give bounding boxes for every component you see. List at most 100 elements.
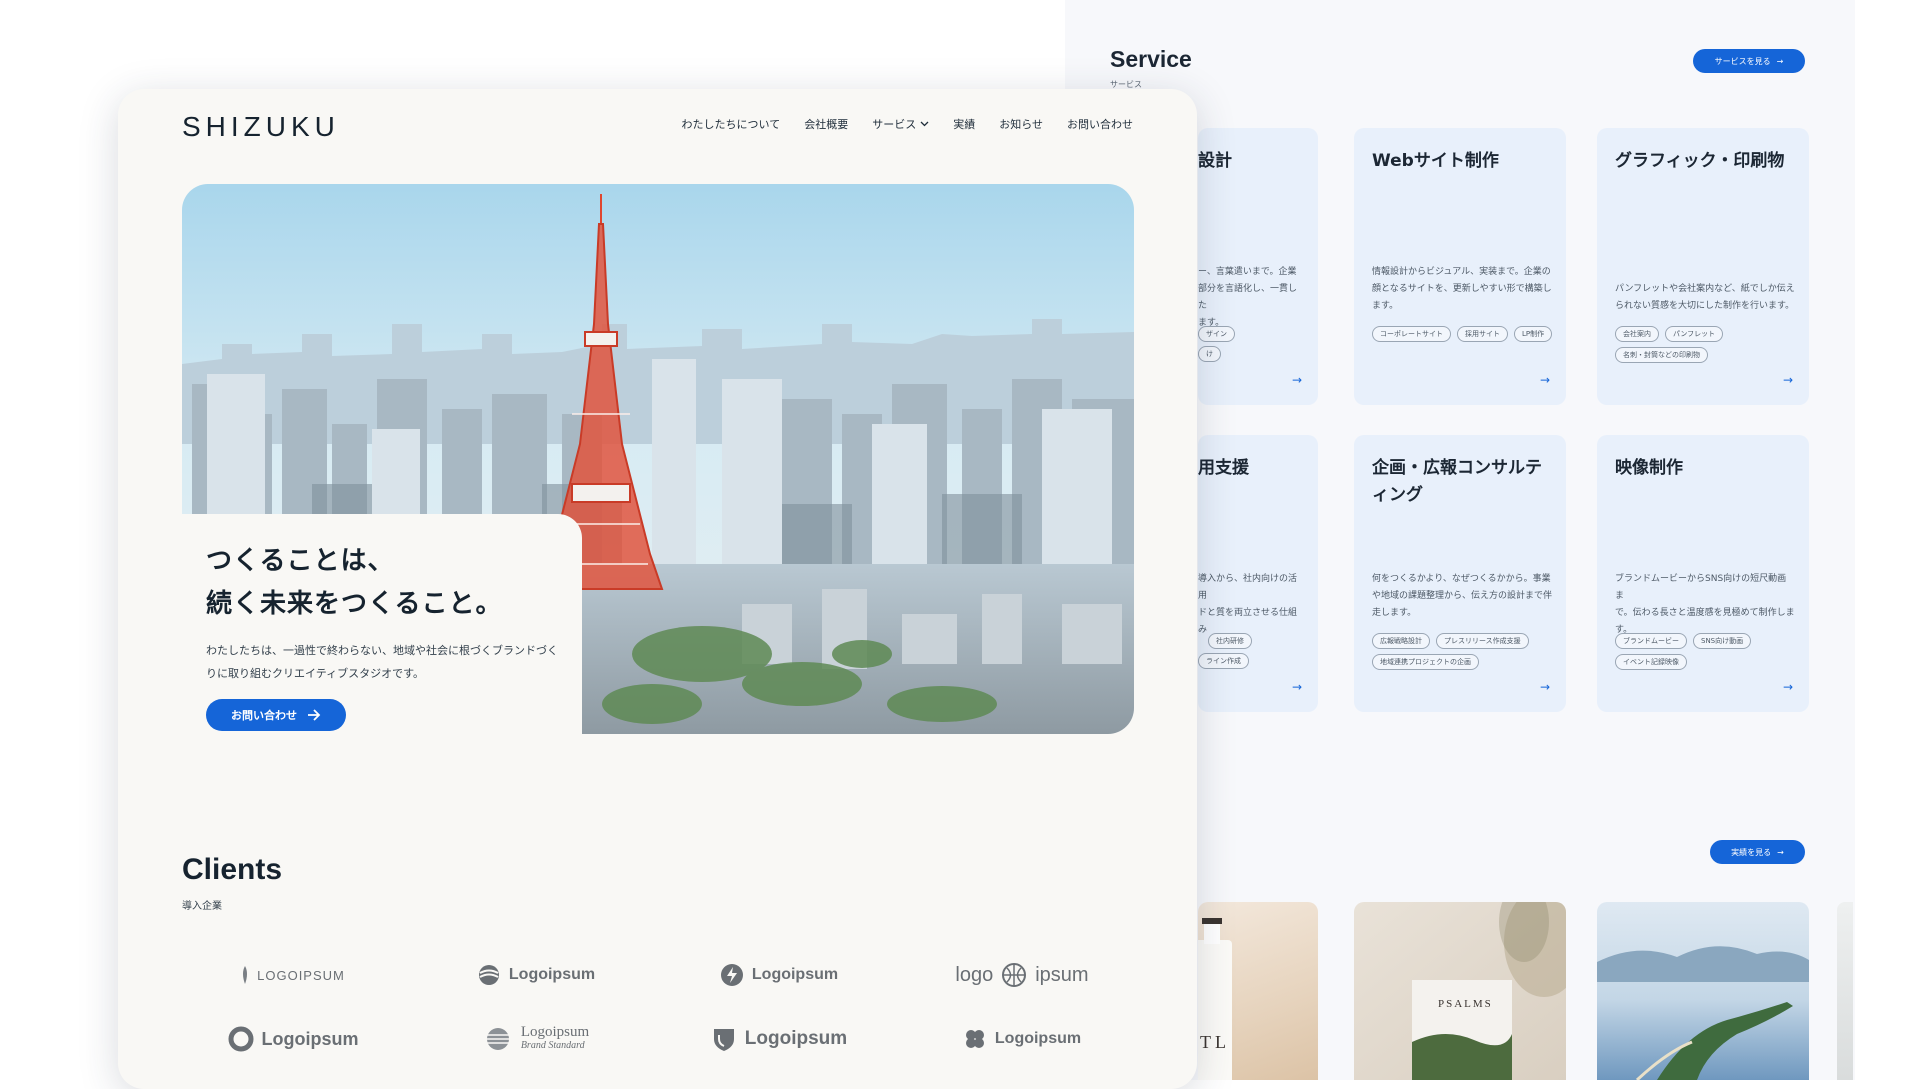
service-tag: ザイン [1198,326,1235,342]
wave-icon [478,965,499,985]
nav-company[interactable]: 会社概要 [804,116,848,132]
client-logo: Logoipsum [922,1022,1122,1056]
shield-icon [713,1029,734,1051]
view-services-button[interactable]: サービスを見る → [1693,49,1805,73]
main-nav: わたしたちについて 会社概要 サービス 実績 お知らせ お問い合わせ [682,116,1133,132]
view-works-button[interactable]: 実績を見る → [1710,840,1805,864]
service-card-description: 導入から、社内向けの活用 ドと質を両立させる仕組み [1198,574,1298,635]
chevron-down-icon [920,121,929,127]
service-card-title: 用支援 [1198,458,1249,478]
client-logo: Logoipsum [679,1022,879,1056]
nav-news[interactable]: お知らせ [999,116,1043,132]
service-card-ai-support[interactable]: 用支援 導入から、社内向けの活用 ドと質を両立させる仕組み 社内研修 ライン作成… [1198,435,1318,712]
client-logo: LOGOIPSUM [193,958,393,992]
client-logo-name: Logoipsum [520,1024,590,1040]
service-tag: コーポレートサイト [1372,326,1451,342]
work-thumbnail-partial [1837,902,1853,1080]
client-logo-name: Logoipsum [508,966,596,983]
work-thumbnail-bottle[interactable]: TL [1198,902,1318,1080]
arrow-right-icon: → [1782,373,1793,387]
arrow-right-icon: → [1777,847,1784,857]
service-tag: け [1198,346,1221,362]
service-tag: 地域連携プロジェクトの企画 [1372,654,1479,670]
service-card-description: 情報設計からビジュアル、実装まで。企業の 顔となるサイトを、更新しやすい形で構築… [1372,267,1552,311]
nav-works[interactable]: 実績 [953,116,975,132]
service-section-title: Service [1110,46,1192,72]
hero-description: わたしたちは、一過性で終わらない、地域や社会に根づくブランドづくりに取り組むクリ… [206,644,558,680]
work-caption: TL [1200,1032,1230,1052]
service-tag: イベント記録映像 [1615,654,1687,670]
client-logo-name: LOGOIPSUM [257,967,345,983]
service-tag: 社内研修 [1208,633,1252,649]
work-caption: PSALMS [1438,998,1493,1010]
client-logo-name-2: ipsum [1035,963,1089,986]
coast-illustration [1597,946,1809,1080]
nav-about[interactable]: わたしたちについて [682,116,781,132]
hero-headline: つくることは、 続く未来をつくること。 [206,546,503,619]
nav-services-label: サービス [872,118,917,131]
client-logo-name: Logoipsum [751,966,839,983]
stripe-icon [484,1028,511,1050]
service-tag: パンフレット [1665,326,1724,342]
client-logo: Logoipsum [679,958,879,992]
nav-contact[interactable]: お問い合わせ [1067,116,1133,132]
client-logo-tagline: Brand Standard [520,1040,585,1051]
homepage-mockup: SHIZUKU わたしたちについて 会社概要 サービス 実績 お知らせ お問い合… [118,89,1197,1089]
arrow-right-icon: → [1291,373,1302,387]
arrow-right-icon: → [1782,680,1793,694]
book-illustration [1412,902,1566,1080]
client-logo-name: Logoipsum [994,1030,1082,1047]
service-tag: LP制作 [1514,326,1553,342]
client-logo: logo ipsum [922,958,1122,992]
service-card-description: ー、言葉遣いまで。企業 部分を言語化し、一貫した ます。 [1198,267,1298,328]
client-logo-name: Logoipsum [744,1028,848,1049]
clients-section-title: Clients [182,853,283,886]
service-card-graphic[interactable]: グラフィック・印刷物 パンフレットや会社案内など、紙でしか伝え られない質感を大… [1597,128,1809,405]
work-thumbnail-coast[interactable] [1597,902,1809,1080]
arrow-right-icon [308,709,321,721]
service-card-consulting[interactable]: 企画・広報コンサルティング 何をつくるかより、なぜつくるかから。事業 や地域の課… [1354,435,1566,712]
nav-services[interactable]: サービス [872,116,929,132]
view-services-label: サービスを見る [1714,56,1771,66]
work-thumbnail-book[interactable]: PSALMS [1354,902,1566,1080]
client-logo-name: Logoipsum [261,1028,359,1049]
arrow-right-icon: → [1539,680,1550,694]
feather-icon [243,966,248,984]
view-works-label: 実績を見る [1731,847,1772,857]
service-tag: プレスリリース作成支援 [1436,633,1529,649]
bottle-illustration [1198,918,1232,1080]
service-card-web[interactable]: Webサイト制作 情報設計からビジュアル、実装まで。企業の 顔となるサイトを、更… [1354,128,1566,405]
ring-icon [228,1026,253,1052]
service-card-title: 設計 [1198,151,1232,171]
arrow-right-icon: → [1291,680,1302,694]
service-tag: 名刺・封筒などの印刷物 [1615,347,1708,363]
clients-section-subtitle: 導入企業 [182,901,222,912]
service-tag: 会社案内 [1615,326,1659,342]
service-tag: ライン作成 [1198,653,1249,669]
globe-icon [1002,963,1027,987]
service-card-branding[interactable]: 設計 ー、言葉遣いまで。企業 部分を言語化し、一貫した ます。 ザイン け → [1198,128,1318,405]
arrow-right-icon: → [1539,373,1550,387]
service-card-description: パンフレットや会社案内など、紙でしか伝え られない質感を大切にした制作を行います… [1615,284,1795,311]
client-logo: Logoipsum [436,958,636,992]
service-card-description: ブランドムービーからSNS向けの短尺動画ま で。伝わる長さと温度感を見極めて制作… [1615,574,1795,635]
service-card-title: 企画・広報コンサルティング [1372,458,1542,505]
service-card-title: 映像制作 [1615,458,1683,478]
service-card-video[interactable]: 映像制作 ブランドムービーからSNS向けの短尺動画ま で。伝わる長さと温度感を見… [1597,435,1809,712]
site-logo[interactable]: SHIZUKU [182,111,340,143]
service-tag: SNS向け動画 [1693,633,1752,649]
service-card-title: Webサイト制作 [1372,151,1499,171]
arrow-right-icon: → [1776,56,1784,66]
client-logo: Logoipsum [193,1022,393,1056]
client-logo: Logoipsum Brand Standard [436,1022,636,1056]
contact-button[interactable]: お問い合わせ [206,699,346,731]
service-tag: 採用サイト [1457,326,1508,342]
service-tag: 広報戦略設計 [1372,633,1430,649]
bolt-icon [720,964,743,986]
service-card-description: 何をつくるかより、なぜつくるかから。事業 や地域の課題整理から、伝え方の設計まで… [1372,574,1553,618]
service-tag: ブランドムービー [1615,633,1687,649]
service-card-title: グラフィック・印刷物 [1615,151,1785,171]
clover-icon [965,1030,984,1048]
contact-button-label: お問い合わせ [231,709,297,722]
client-logo-name: logo [955,963,994,986]
